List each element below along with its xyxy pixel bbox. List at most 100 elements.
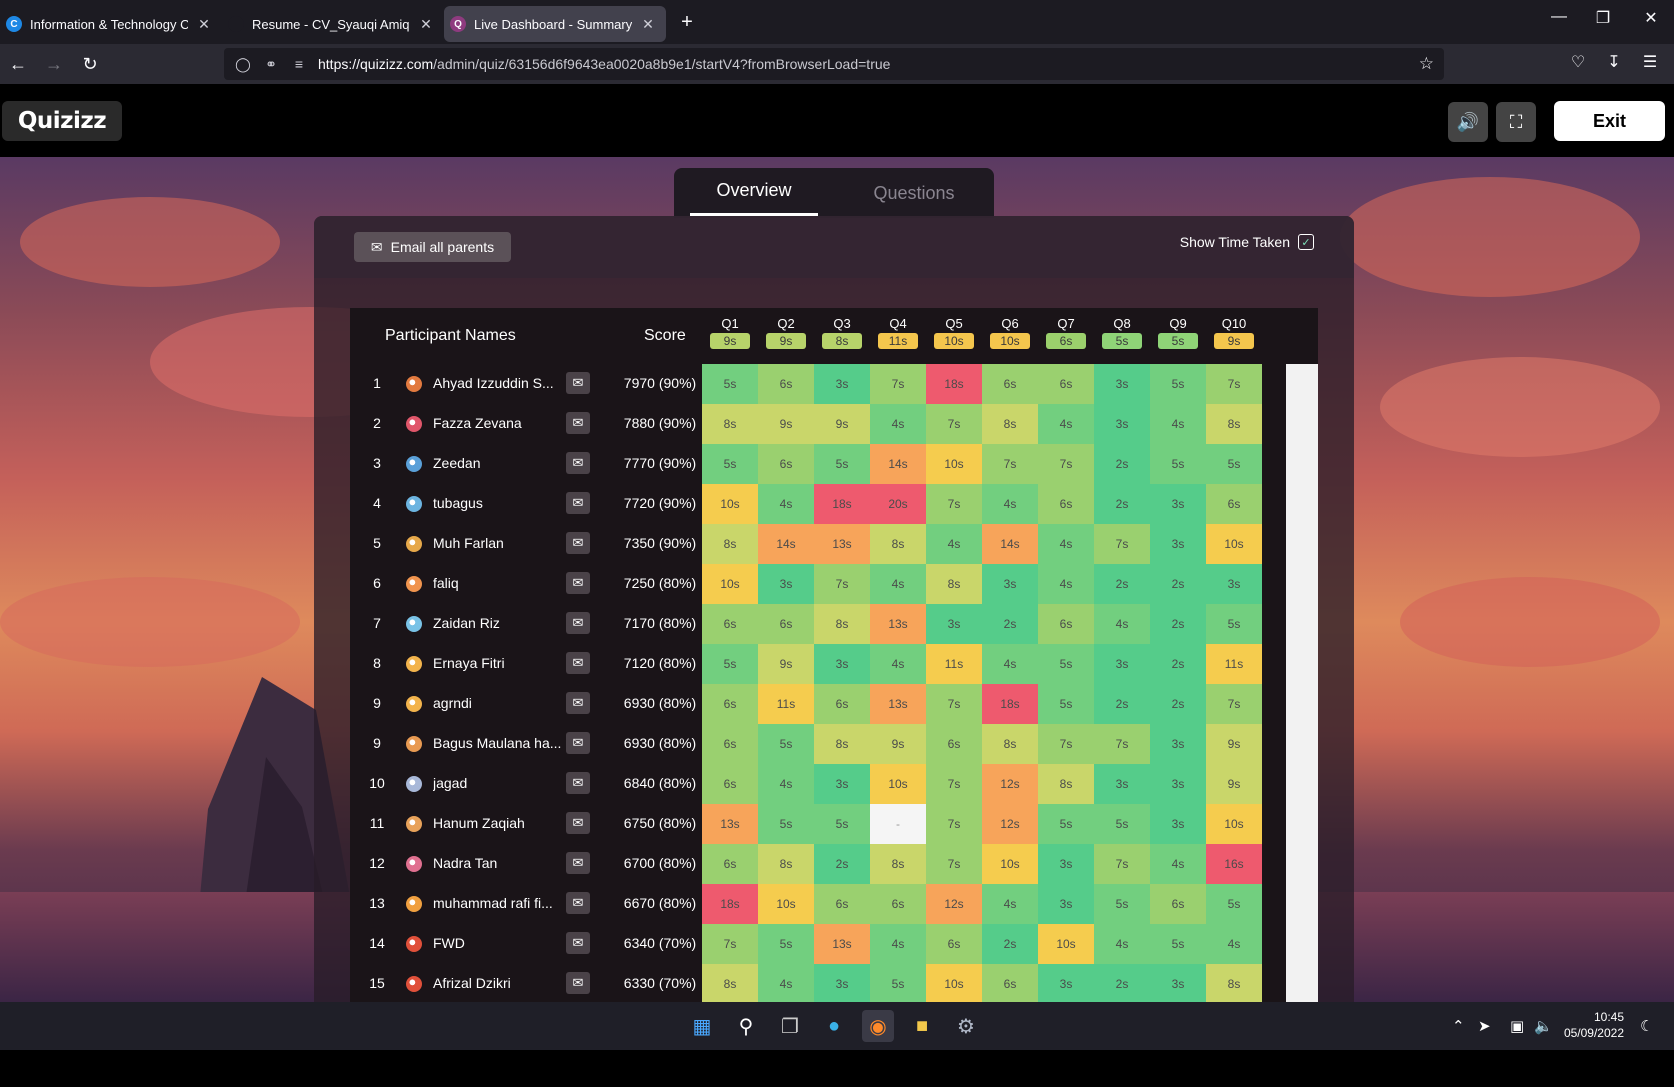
time-cell[interactable]: 7s [926, 804, 982, 844]
time-cell[interactable]: 7s [1038, 724, 1094, 764]
table-row[interactable]: 5 Muh Farlan ✉ 7350 (90%) 8s 14s 13s 8s 4s 14s 4s 7… [350, 524, 1318, 564]
task-view-icon[interactable]: ❐ [774, 1010, 806, 1042]
time-cell[interactable]: 4s [926, 524, 982, 564]
time-cell[interactable]: 3s [982, 564, 1038, 604]
participant-name[interactable]: Ahyad Izzuddin S... [433, 375, 561, 391]
time-cell[interactable]: 18s [926, 364, 982, 404]
time-cell[interactable]: 2s [1094, 444, 1150, 484]
time-cell[interactable]: 6s [982, 964, 1038, 1002]
browser-tab[interactable]: C Information & Technology Chal ✕ [0, 6, 222, 42]
time-cell[interactable]: 6s [870, 884, 926, 924]
tab-close-icon[interactable]: ✕ [640, 16, 656, 33]
time-cell[interactable]: 14s [758, 524, 814, 564]
start-icon[interactable]: ▦ [686, 1010, 718, 1042]
participant-name[interactable]: Zeedan [433, 455, 561, 471]
participant-name[interactable]: Hanum Zaqiah [433, 815, 561, 831]
time-cell[interactable]: 14s [982, 524, 1038, 564]
email-parent-button[interactable]: ✉ [566, 532, 590, 554]
time-cell[interactable]: 8s [982, 724, 1038, 764]
time-cell[interactable]: 8s [702, 404, 758, 444]
reload-icon[interactable]: ↻ [72, 48, 108, 80]
location-icon[interactable]: ➤ [1478, 1017, 1491, 1035]
time-cell[interactable]: 3s [1150, 764, 1206, 804]
time-cell[interactable]: 6s [1206, 484, 1262, 524]
time-cell[interactable]: 4s [758, 764, 814, 804]
time-cell[interactable]: 10s [702, 484, 758, 524]
time-cell[interactable]: 20s [870, 484, 926, 524]
time-cell[interactable]: 2s [1150, 564, 1206, 604]
question-header[interactable]: Q5 10s [926, 316, 982, 349]
time-cell[interactable]: 8s [926, 564, 982, 604]
table-row[interactable]: 15 Afrizal Dzikri ✉ 6330 (70%) 8s 4s 3s 5s 10s 6s… [350, 964, 1318, 1002]
time-cell[interactable]: 2s [1094, 684, 1150, 724]
email-parent-button[interactable]: ✉ [566, 372, 590, 394]
bookmark-star-icon[interactable]: ☆ [1419, 54, 1434, 74]
time-cell[interactable]: 5s [1038, 644, 1094, 684]
time-cell[interactable]: 5s [870, 964, 926, 1002]
time-cell[interactable]: 6s [814, 884, 870, 924]
time-cell[interactable]: 11s [926, 644, 982, 684]
email-parent-button[interactable]: ✉ [566, 972, 590, 994]
time-cell[interactable]: 3s [1038, 884, 1094, 924]
time-cell[interactable]: 7s [1038, 444, 1094, 484]
time-cell[interactable]: 5s [1094, 884, 1150, 924]
time-cell[interactable]: 6s [814, 684, 870, 724]
participant-name[interactable]: Muh Farlan [433, 535, 561, 551]
time-cell[interactable]: 4s [1094, 924, 1150, 964]
time-cell[interactable]: 6s [758, 364, 814, 404]
settings-icon[interactable]: ⚙ [950, 1010, 982, 1042]
time-cell[interactable]: 3s [1038, 844, 1094, 884]
time-cell[interactable]: 7s [870, 364, 926, 404]
time-cell[interactable]: 5s [814, 804, 870, 844]
quizizz-logo[interactable]: Quizizz [2, 101, 122, 141]
email-parent-button[interactable]: ✉ [566, 732, 590, 754]
time-cell[interactable]: 3s [1038, 964, 1094, 1002]
table-row[interactable]: 6 faliq ✉ 7250 (80%) 10s 3s 7s 4s 8s 3s 4s 2s 2s 3s [350, 564, 1318, 604]
edge-icon[interactable]: ● [818, 1010, 850, 1042]
time-cell[interactable]: 4s [982, 884, 1038, 924]
question-header[interactable]: Q1 9s [702, 316, 758, 349]
time-cell[interactable]: 2s [982, 924, 1038, 964]
participant-name[interactable]: tubagus [433, 495, 561, 511]
email-parent-button[interactable]: ✉ [566, 572, 590, 594]
system-clock[interactable]: 10:45 05/09/2022 [1564, 1009, 1624, 1041]
tab-questions[interactable]: Questions [850, 168, 978, 218]
time-cell[interactable]: 5s [1038, 684, 1094, 724]
time-cell[interactable]: 10s [926, 444, 982, 484]
time-cell[interactable]: 5s [1038, 804, 1094, 844]
time-cell[interactable]: 5s [702, 444, 758, 484]
time-cell[interactable]: 7s [702, 924, 758, 964]
time-cell[interactable]: 10s [982, 844, 1038, 884]
time-cell[interactable]: 3s [1150, 484, 1206, 524]
time-cell[interactable]: 13s [814, 924, 870, 964]
time-cell[interactable]: 4s [870, 644, 926, 684]
participant-name[interactable]: Bagus Maulana ha... [433, 735, 561, 751]
time-cell[interactable]: 12s [982, 764, 1038, 804]
time-cell[interactable]: 7s [926, 844, 982, 884]
time-cell[interactable]: 5s [702, 364, 758, 404]
restore-icon[interactable]: ❐ [1580, 8, 1626, 28]
menu-icon[interactable]: ☰ [1638, 52, 1662, 72]
time-cell[interactable]: 3s [814, 364, 870, 404]
time-cell[interactable]: 7s [926, 684, 982, 724]
tray-chevron-icon[interactable]: ⌃ [1452, 1017, 1465, 1035]
time-cell[interactable]: 9s [1206, 764, 1262, 804]
table-row[interactable]: 8 Ernaya Fitri ✉ 7120 (80%) 5s 9s 3s 4s 11s 4s 5s 3… [350, 644, 1318, 684]
email-parent-button[interactable]: ✉ [566, 772, 590, 794]
time-cell[interactable]: 7s [1206, 684, 1262, 724]
time-cell[interactable]: 3s [1094, 364, 1150, 404]
time-cell[interactable]: 4s [1038, 524, 1094, 564]
time-cell[interactable]: 2s [1150, 604, 1206, 644]
time-cell[interactable]: 6s [702, 724, 758, 764]
time-cell[interactable]: 7s [1094, 844, 1150, 884]
time-cell[interactable]: 13s [814, 524, 870, 564]
table-row[interactable]: 12 Nadra Tan ✉ 6700 (80%) 6s 8s 2s 8s 7s 10s 3s 7s 4… [350, 844, 1318, 884]
time-cell[interactable]: 3s [814, 644, 870, 684]
time-cell[interactable]: 4s [982, 484, 1038, 524]
time-cell[interactable]: 8s [702, 964, 758, 1002]
time-cell[interactable]: 4s [982, 644, 1038, 684]
moon-icon[interactable]: ☾ [1640, 1017, 1653, 1035]
time-cell[interactable]: 13s [870, 604, 926, 644]
email-parent-button[interactable]: ✉ [566, 612, 590, 634]
participant-name[interactable]: Ernaya Fitri [433, 655, 561, 671]
